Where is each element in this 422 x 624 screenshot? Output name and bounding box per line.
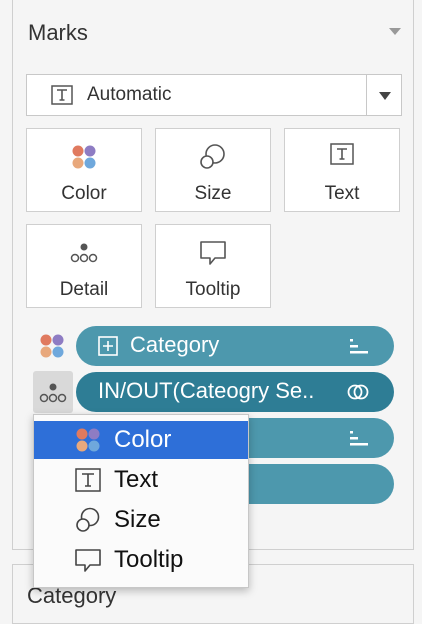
mark-type-label: Automatic <box>87 84 172 105</box>
menu-item-label: Tooltip <box>114 546 184 573</box>
detail-icon-button[interactable] <box>33 371 73 413</box>
dropdown-divider <box>366 75 367 115</box>
panel-menu-caret-icon[interactable] <box>389 28 401 35</box>
menu-item-tooltip[interactable]: Tooltip <box>34 541 248 579</box>
menu-item-color[interactable]: Color <box>34 421 248 459</box>
mark-type-dropdown[interactable]: Automatic <box>26 74 402 116</box>
detail-icon <box>70 243 98 263</box>
in-out-set-pill[interactable]: IN/OUT(Cateogry Se.. <box>76 372 394 412</box>
detail-card[interactable]: Detail <box>26 224 142 308</box>
text-card[interactable]: Text <box>284 128 400 212</box>
mark-type-context-menu: Color Text Size Tooltip <box>33 414 249 588</box>
menu-item-size[interactable]: Size <box>34 501 248 539</box>
category-pill[interactable]: Category <box>76 326 394 366</box>
sort-icon <box>350 339 368 354</box>
text-icon <box>330 143 354 165</box>
color-card-label: Color <box>61 183 107 204</box>
text-icon <box>75 468 101 492</box>
tooltip-card-label: Tooltip <box>185 279 241 300</box>
size-card[interactable]: Size <box>155 128 271 212</box>
marks-title: Marks <box>28 20 88 45</box>
color-icon[interactable] <box>38 332 66 360</box>
size-card-label: Size <box>194 183 232 204</box>
pill-label: Category <box>130 332 220 357</box>
color-icon <box>72 145 96 169</box>
text-card-label: Text <box>324 183 360 204</box>
color-card[interactable]: Color <box>26 128 142 212</box>
detail-card-label: Detail <box>59 279 109 300</box>
expand-icon[interactable] <box>98 336 118 356</box>
menu-item-text[interactable]: Text <box>34 461 248 499</box>
menu-item-label: Text <box>114 466 159 493</box>
size-icon <box>76 507 100 532</box>
tooltip-card[interactable]: Tooltip <box>155 224 271 308</box>
menu-item-label: Color <box>114 426 172 453</box>
pill-label: IN/OUT(Cateogry Se.. <box>98 378 315 403</box>
color-icon <box>76 428 100 452</box>
menu-item-label: Size <box>114 506 161 533</box>
sort-icon <box>350 431 368 446</box>
tooltip-icon <box>75 549 101 572</box>
size-icon <box>200 144 225 169</box>
detail-icon <box>39 383 67 403</box>
chevron-down-icon[interactable] <box>379 92 391 100</box>
set-icon <box>347 384 369 400</box>
text-mark-icon <box>51 85 73 105</box>
tooltip-icon <box>200 241 226 265</box>
